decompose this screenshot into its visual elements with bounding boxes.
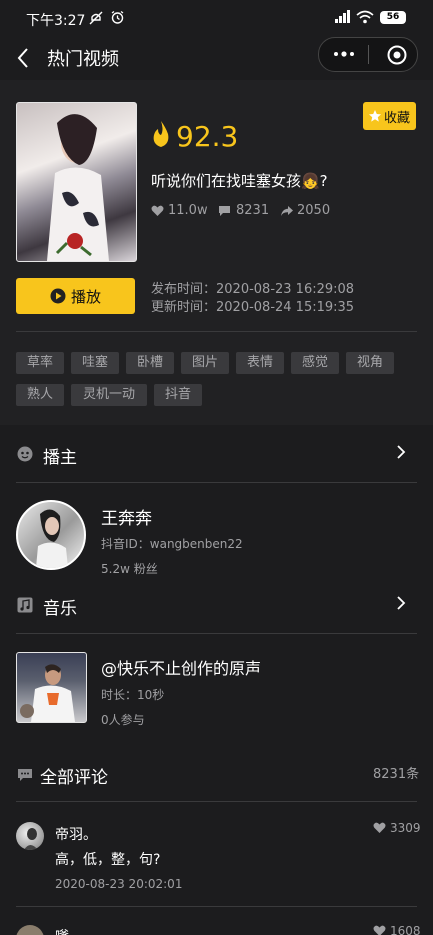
tag-item[interactable]: 视角	[346, 352, 394, 374]
chevron-right-icon	[397, 596, 406, 610]
comments-total: 8231条	[373, 767, 420, 782]
tag-item[interactable]: 感觉	[291, 352, 339, 374]
commenter-avatar-figure	[24, 828, 38, 850]
status-time: 下午3:27	[26, 13, 86, 29]
comment-like-icon[interactable]	[373, 925, 386, 935]
tag-item[interactable]: 灵机一动	[71, 384, 147, 406]
anchor-section-title: 播主	[43, 448, 77, 468]
chevron-right-icon	[397, 445, 406, 459]
anchor-name: 王奔奔	[101, 509, 152, 529]
publish-time: 发布时间：2020-08-23 16:29:08	[151, 282, 355, 297]
comments-count: 8231	[236, 203, 270, 218]
hot-score: 92.3	[176, 120, 239, 153]
tag-item[interactable]: 抖音	[154, 384, 202, 406]
more-icon[interactable]	[332, 49, 356, 59]
play-icon	[50, 288, 66, 304]
anchor-fans: 5.2w 粉丝	[101, 562, 158, 576]
anchor-divider	[16, 482, 417, 483]
battery-indicator: 56	[380, 11, 406, 24]
music-name: @快乐不止创作的原声	[101, 659, 262, 678]
star-icon	[369, 110, 381, 122]
shares-count: 2050	[297, 203, 331, 218]
anchor-douyin-id: 抖音ID：wangbenben22	[101, 537, 243, 551]
music-section: 音乐 @快乐不止创作的原声 时长：10秒 0人参与	[0, 580, 433, 750]
video-header: 92.3 收藏 听说你们在找哇塞女孩👧? 11.0w 8231 2050 播放 …	[0, 80, 433, 425]
tag-item[interactable]: 草率	[16, 352, 64, 374]
tag-item[interactable]: 图片	[181, 352, 229, 374]
comments-section: 全部评论 8231条 帝羽。 3309 高，低，整，句? 2020-08-23 …	[0, 750, 433, 935]
anchor-icon	[17, 446, 33, 462]
play-label: 播放	[71, 288, 102, 306]
comments-section-title: 全部评论	[40, 768, 108, 788]
update-time: 更新时间：2020-08-24 15:19:35	[151, 300, 355, 315]
music-cover-figure	[20, 664, 75, 722]
comment-icon	[219, 206, 230, 216]
comment-like-count: 3309	[390, 821, 421, 835]
page-title: 热门视频	[47, 49, 119, 70]
tag-item[interactable]: 表情	[236, 352, 284, 374]
music-cover-image[interactable]	[16, 652, 87, 723]
comment-item: 帝羽。 3309 高，低，整，句? 2020-08-23 20:02:01	[0, 802, 433, 906]
comments-icon	[18, 769, 32, 781]
comment-item: 嗲 1608	[0, 907, 433, 935]
comment-like-count: 1608	[390, 924, 421, 935]
share-icon	[281, 206, 293, 216]
close-mini-program-icon[interactable]	[386, 44, 408, 66]
capsule-divider	[368, 45, 369, 64]
anchor-section: 播主 王奔奔 抖音ID：wangbenben22 5.2w 粉丝	[0, 425, 433, 590]
heart-icon	[151, 205, 164, 216]
tag-item[interactable]: 熟人	[16, 384, 64, 406]
commenter-avatar[interactable]	[16, 822, 44, 850]
back-icon[interactable]	[16, 47, 30, 69]
mute-icon	[89, 11, 103, 25]
nav-bar: 热门视频	[0, 36, 433, 80]
video-cover-image[interactable]	[16, 102, 137, 262]
tag-item[interactable]: 卧槽	[126, 352, 174, 374]
cover-figure	[47, 114, 109, 261]
favorite-button[interactable]: 收藏	[363, 102, 416, 130]
anchor-header[interactable]: 播主	[0, 425, 433, 483]
video-title: 听说你们在找哇塞女孩👧?	[151, 172, 328, 190]
tag-item[interactable]: 哇塞	[71, 352, 119, 374]
music-divider	[16, 633, 417, 634]
avatar-figure	[36, 509, 68, 568]
comment-like-icon[interactable]	[373, 822, 386, 834]
commenter-name: 嗲	[55, 926, 69, 935]
capsule-menu	[318, 37, 418, 72]
music-section-title: 音乐	[43, 599, 77, 619]
music-duration: 时长：10秒	[101, 688, 165, 702]
play-button[interactable]: 播放	[16, 278, 135, 314]
signal-icon	[335, 10, 350, 23]
wifi-icon	[356, 10, 374, 24]
likes-count: 11.0w	[168, 203, 208, 218]
hero-divider	[16, 331, 417, 332]
music-icon	[17, 597, 33, 613]
music-header[interactable]: 音乐	[0, 580, 433, 634]
comment-time: 2020-08-23 20:02:01	[55, 877, 183, 891]
fire-icon	[153, 121, 169, 147]
status-bar: 下午3:27 56	[0, 0, 433, 36]
comment-text: 高，低，整，句?	[55, 852, 161, 868]
anchor-avatar[interactable]	[16, 500, 86, 570]
favorite-label: 收藏	[384, 111, 411, 126]
music-participants: 0人参与	[101, 713, 145, 727]
commenter-name: 帝羽。	[55, 827, 97, 843]
alarm-icon	[111, 10, 124, 24]
commenter-avatar[interactable]	[16, 925, 44, 935]
